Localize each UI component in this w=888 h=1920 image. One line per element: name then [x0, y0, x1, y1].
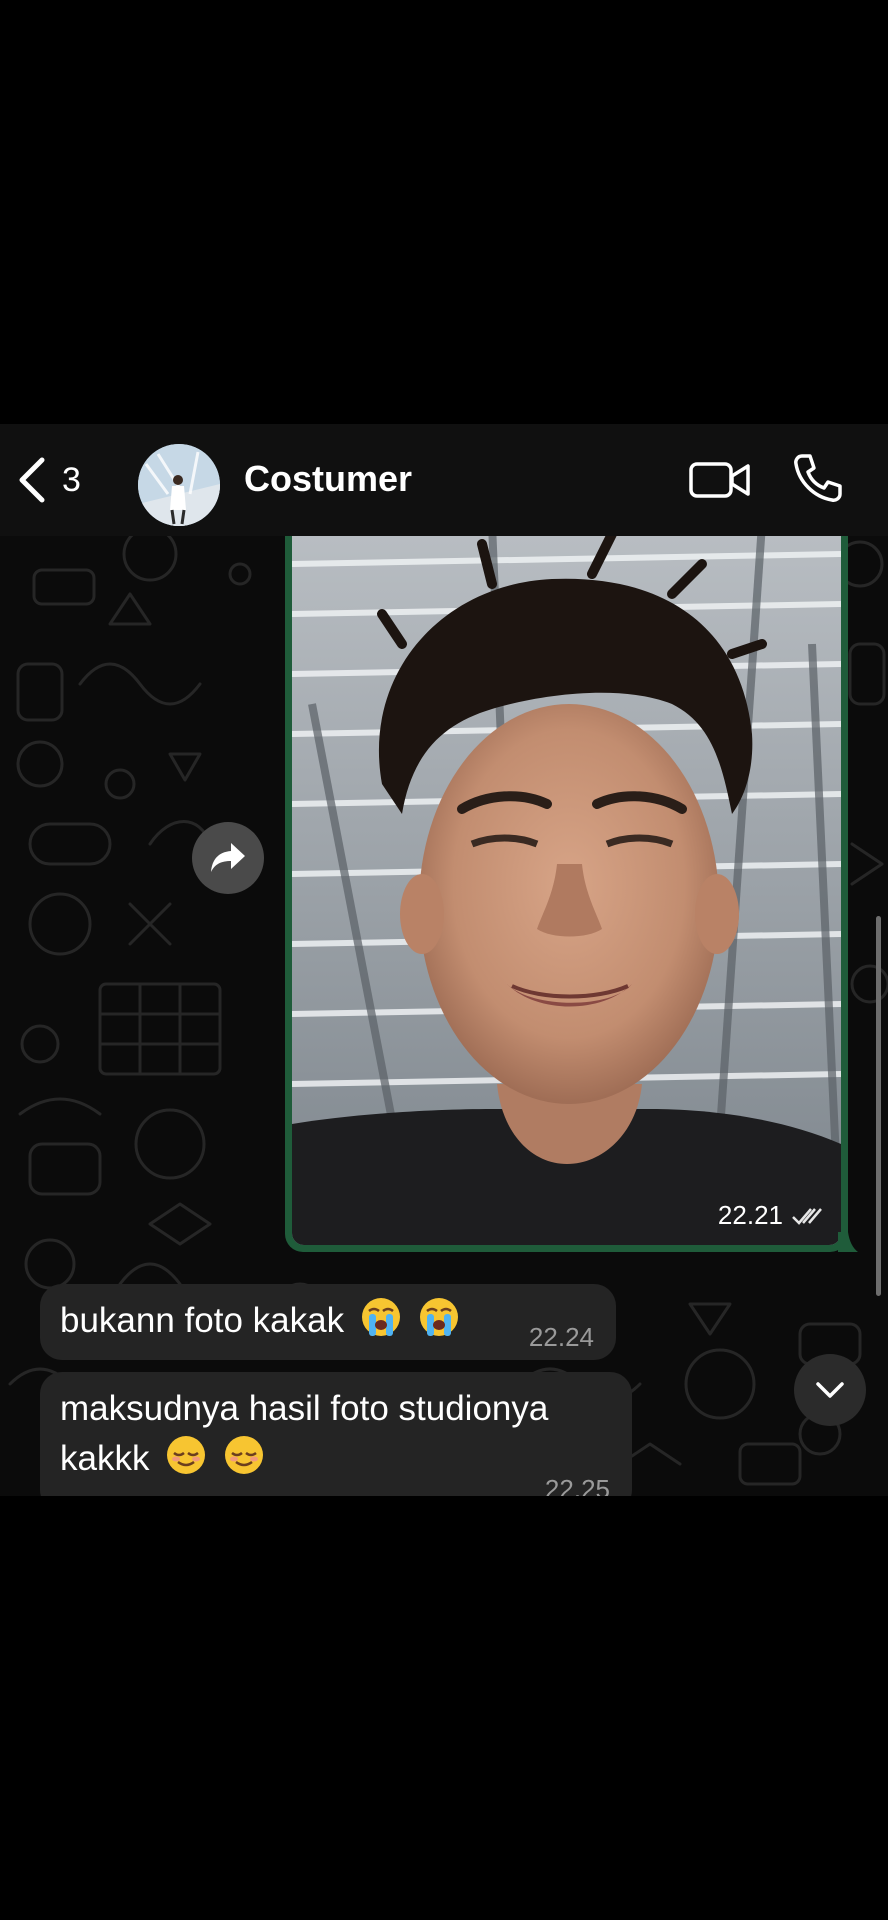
selfie-image: [292, 524, 841, 1245]
message-time: 22.24: [528, 1322, 594, 1352]
back-button[interactable]: 3: [16, 454, 81, 506]
image-meta: 22.21: [718, 1200, 825, 1231]
forward-arrow-icon: [211, 843, 245, 872]
chevron-left-icon: [19, 457, 45, 503]
chat-area[interactable]: 22.21 bukann foto kakak 22.24 maksudnya …: [0, 424, 888, 1496]
message-text-line1: maksudnya hasil foto studionya: [60, 1389, 549, 1428]
unread-count: 3: [62, 460, 81, 499]
chevron-down-icon: [816, 1382, 844, 1398]
scroll-to-bottom-button[interactable]: [794, 1354, 866, 1426]
message-text-line2-row: kakkk: [60, 1434, 612, 1484]
relieved-face-icon: [224, 1436, 263, 1474]
message-text: bukann foto kakak: [60, 1301, 345, 1340]
bubble-tail: [838, 1232, 858, 1252]
forward-button[interactable]: [192, 822, 264, 894]
photo[interactable]: 22.21: [292, 524, 841, 1245]
loudly-crying-face-icon: [419, 1298, 458, 1336]
incoming-message[interactable]: maksudnya hasil foto studionya kakkk 22.…: [40, 1372, 632, 1496]
contact-name[interactable]: Costumer: [244, 458, 412, 500]
image-time: 22.21: [717, 1200, 783, 1230]
message-text-line2: kakkk: [60, 1439, 150, 1478]
chat-screen: 22.21 bukann foto kakak 22.24 maksudnya …: [0, 0, 888, 1920]
avatar[interactable]: [138, 444, 220, 526]
incoming-message[interactable]: bukann foto kakak 22.24: [40, 1284, 616, 1360]
voice-call-button[interactable]: [792, 452, 844, 504]
video-call-button[interactable]: [688, 456, 752, 504]
message-time: 22.25: [544, 1474, 610, 1496]
chat-header: 3 Costumer: [0, 424, 888, 536]
loudly-crying-face-icon: [361, 1298, 400, 1336]
double-check-icon: [792, 1207, 822, 1225]
phone-icon: [794, 454, 842, 502]
image-message[interactable]: 22.21: [285, 524, 858, 1252]
video-camera-icon: [689, 462, 750, 498]
scrollbar[interactable]: [876, 916, 881, 1296]
avatar-image: [138, 444, 220, 526]
relieved-face-icon: [167, 1436, 206, 1474]
